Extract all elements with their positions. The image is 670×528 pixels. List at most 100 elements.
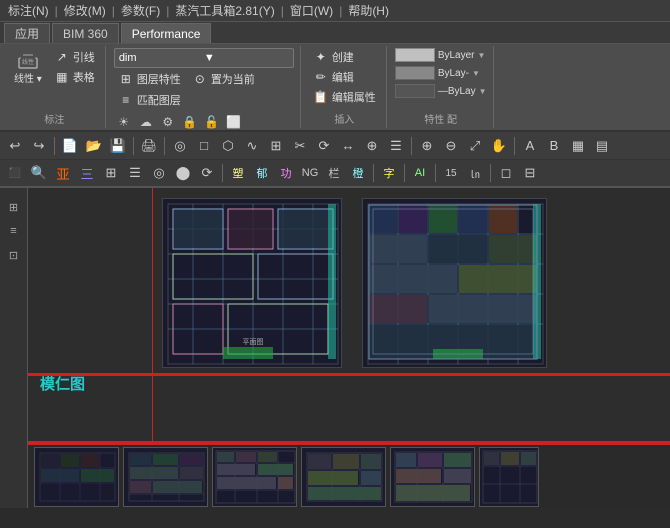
tab-performance[interactable]: Performance [121,23,212,43]
tool2-ch7[interactable]: 字 [378,162,400,184]
tool-a[interactable]: A [519,135,541,157]
tool2-ch6[interactable]: 橙 [347,162,369,184]
tool-c[interactable]: ▦ [567,135,589,157]
tool2-ch5[interactable]: 栏 [323,162,345,184]
tool2-ch4[interactable]: NG [299,162,321,184]
tool2-extra2[interactable]: ⊟ [519,162,541,184]
thumbnail-3[interactable] [212,447,297,507]
tool-zoom-in[interactable]: ⊕ [416,135,438,157]
tool2-5[interactable]: ⊞ [100,162,122,184]
tool-new[interactable]: 📄 [59,135,81,157]
tool2-extra1[interactable]: ◻ [495,162,517,184]
section-label-muren: 模仁图 [40,373,85,394]
tool-4[interactable]: ∿ [241,135,263,157]
toolbar-row-2: ⬛ 🔍 亚 三 ⊞ ☰ ◎ ⬤ ⟳ 塑 郁 功 NG 栏 橙 字 AI 15 ㏑… [0,160,670,188]
lineweight-swatch[interactable] [395,84,435,98]
tool-print[interactable]: 🖨 [138,135,160,157]
btn-create[interactable]: ✦ 创建 [309,48,380,66]
tool-8[interactable]: ↔ [337,135,359,157]
tool2-ch1[interactable]: 塑 [227,162,249,184]
layer-icon-1[interactable]: ☀ [114,112,134,132]
left-tool-2[interactable]: ≡ [3,220,25,242]
tool-1[interactable]: ◎ [169,135,191,157]
tool-pan[interactable]: ✋ [488,135,510,157]
tool2-1[interactable]: ⬛ [4,162,26,184]
tool-2[interactable]: □ [193,135,215,157]
left-tool-3[interactable]: ⊡ [3,244,25,266]
btn-table[interactable]: ▦ 表格 [50,68,99,86]
left-tool-1[interactable]: ⊞ [3,196,25,218]
tool2-ch3[interactable]: 功 [275,162,297,184]
tool2-num1[interactable]: 15 [440,162,462,184]
tool-5[interactable]: ⊞ [265,135,287,157]
menu-canshu[interactable]: 参数(F) [121,2,160,19]
tool-undo[interactable]: ↩ [4,135,26,157]
title-bar: 标注(N) | 修改(M) | 参数(F) | 蒸汽工具箱2.81(Y) | 窗… [0,0,670,22]
menu-xiugai[interactable]: 修改(M) [64,2,106,19]
attrs-icon: 📋 [313,89,329,105]
layer-props-icon: ⊞ [118,71,134,87]
tab-bim360[interactable]: BIM 360 [52,23,119,43]
layer-name: dim [119,52,204,64]
tab-app[interactable]: 应用 [4,23,50,43]
linear-label: 线性 ▾ [14,74,42,86]
menu-tools[interactable]: 蒸汽工具箱2.81(Y) [175,2,274,19]
tool2-4[interactable]: 三 [76,162,98,184]
linetype-swatch[interactable] [395,66,435,80]
tool2-8[interactable]: ⬤ [172,162,194,184]
tool2-2[interactable]: 🔍 [28,162,50,184]
btn-set-current[interactable]: ⊙ 置为当前 [188,70,259,88]
tool2-3[interactable]: 亚 [52,162,74,184]
tool2-7[interactable]: ◎ [148,162,170,184]
tool-9[interactable]: ⊕ [361,135,383,157]
left-tool-strip: ⊞ ≡ ⊡ [0,188,28,508]
tool-7[interactable]: ⟳ [313,135,335,157]
tool-zoom-out[interactable]: ⊖ [440,135,462,157]
btn-layer-props[interactable]: ⊞ 图层特性 [114,70,185,88]
tool2-ch8[interactable]: AI [409,162,431,184]
tool-save[interactable]: 💾 [107,135,129,157]
tool2-num2[interactable]: ㏑ [464,162,486,184]
tool-3[interactable]: ⬡ [217,135,239,157]
thumbnail-5[interactable] [390,447,475,507]
section-divider-1 [0,374,670,376]
tool-redo[interactable]: ↪ [28,135,50,157]
tool-10[interactable]: ☰ [385,135,407,157]
ribbon-btn-linear[interactable]: 线性 线性 ▾ [10,48,46,88]
menu-biaozhu[interactable]: 标注(N) [8,2,49,19]
tool-open[interactable]: 📂 [83,135,105,157]
thumbnail-4[interactable] [301,447,386,507]
color-swatch-main[interactable] [395,48,435,62]
layer-icon-5[interactable]: 🔓 [202,112,222,132]
tool2-6[interactable]: ☰ [124,162,146,184]
canvas-area: ⊞ ≡ ⊡ [0,188,670,508]
tool2-ch2[interactable]: 郁 [251,162,273,184]
menu-window[interactable]: 窗口(W) [290,2,333,19]
annotation-group-label: 标注 [44,111,64,126]
layer-icon-2[interactable]: ☁ [136,112,156,132]
props-group-label: 特性 配 [424,111,457,126]
btn-edit-attrs[interactable]: 📋 编辑属性 [309,88,380,106]
btn-leader[interactable]: ↗ 引线 [50,48,99,66]
menu-help[interactable]: 帮助(H) [348,2,389,19]
edit-icon: ✏ [313,69,329,85]
insert-group-label: 插入 [334,111,354,126]
btn-edit[interactable]: ✏ 编辑 [309,68,380,86]
layer-icon-3[interactable]: ⚙ [158,112,178,132]
svg-text:线性: 线性 [22,58,34,66]
btn-match-layer[interactable]: ≡ 匹配图层 [114,91,185,109]
cad-panel-2 [362,198,547,368]
thumbnail-2[interactable] [123,447,208,507]
tool-b[interactable]: B [543,135,565,157]
tool-6[interactable]: ✂ [289,135,311,157]
layer-dropdown[interactable]: dim ▼ [114,48,294,68]
leader-icon: ↗ [54,49,70,65]
layer-icon-6[interactable]: ⬜ [224,112,244,132]
thumbnail-1[interactable] [34,447,119,507]
tool2-9[interactable]: ⟳ [196,162,218,184]
tool-d[interactable]: ▤ [591,135,613,157]
thumbnail-6[interactable] [479,447,539,507]
ribbon: 线性 线性 ▾ ↗ 引线 ▦ 表格 标注 dim [0,44,670,132]
layer-icon-4[interactable]: 🔒 [180,112,200,132]
tool-zoom-extent[interactable]: ⤢ [464,135,486,157]
